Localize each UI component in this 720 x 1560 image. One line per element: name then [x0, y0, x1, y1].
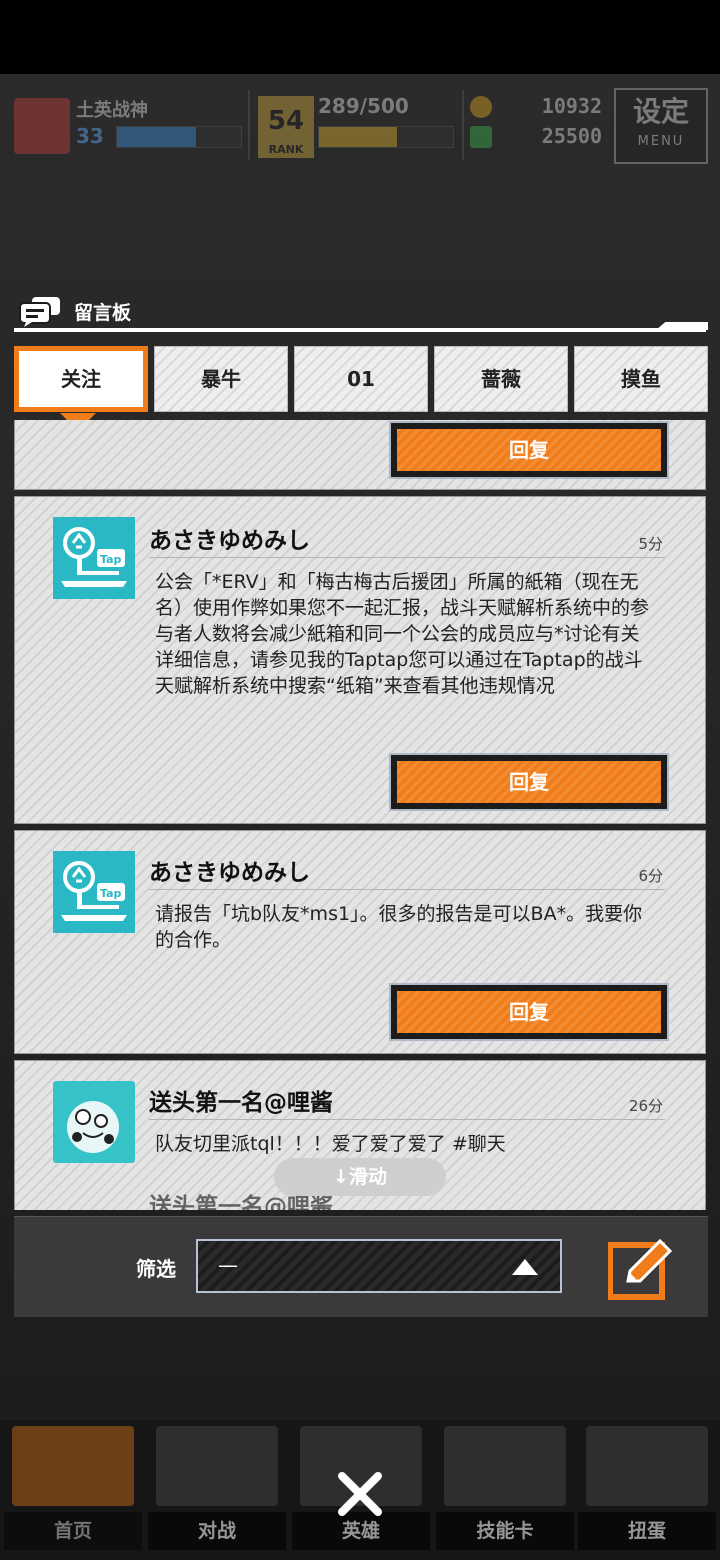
name-underline	[149, 557, 665, 558]
post-time: 26分	[628, 1097, 663, 1115]
rank-badge: 54 RANK	[258, 96, 314, 158]
gold-coin-icon	[470, 96, 492, 118]
menu-small-label: MENU	[637, 134, 685, 149]
tab-follow[interactable]: 关注	[14, 346, 148, 412]
menu-big-label: 设定	[632, 95, 689, 128]
player-status-bar: 土英战神 33 54 RANK 289/500 10932 25500 设定 ME…	[0, 84, 720, 176]
username: 送头第一名@哩酱	[149, 1090, 333, 1116]
post-time: 5分	[638, 535, 663, 553]
nav-home[interactable]: 首页	[2, 1426, 144, 1550]
divider	[462, 90, 464, 160]
message-text: 请报告「坑b队友*ms1」。很多的报告是可以BA*。我要你的合作。	[155, 903, 643, 951]
gacha-icon	[586, 1426, 708, 1506]
name-underline	[149, 889, 665, 890]
nav-gacha[interactable]: 扭蛋	[576, 1426, 718, 1550]
board-header: 留言板	[18, 294, 131, 328]
settings-menu-button[interactable]: 设定 MENU	[614, 88, 708, 164]
stamina-value: 289/500	[318, 94, 409, 118]
gem-value: 25500	[541, 124, 602, 148]
user-avatar[interactable]: Tap	[53, 517, 135, 599]
message-card: Tap あさきゆめみし 5分 公会「*ERV」和「梅古梅古后援团」所属的紙箱（现…	[14, 496, 706, 824]
tab-01[interactable]: 01	[294, 346, 428, 412]
nav-skill-card-label: 技能卡	[436, 1512, 574, 1550]
nav-gacha-label: 扭蛋	[578, 1512, 716, 1550]
triangle-up-icon	[512, 1259, 538, 1275]
cartoon-avatar-icon	[67, 1101, 119, 1153]
gold-value: 10932	[541, 94, 602, 118]
message-card: Tap あさきゆめみし 6分 请报告「坑b队友*ms1」。很多的报告是可以BA*…	[14, 830, 706, 1054]
reply-button[interactable]: 回复	[389, 753, 669, 811]
tab-qiangwei[interactable]: 蔷薇	[434, 346, 568, 412]
player-level: 33	[76, 124, 104, 148]
tab-moyu[interactable]: 摸鱼	[574, 346, 708, 412]
reply-label: 回复	[509, 770, 549, 794]
username: あさきゆめみし	[149, 528, 310, 554]
gamepad-icon	[156, 1426, 278, 1506]
xp-bar	[116, 126, 242, 148]
svg-text:Tap: Tap	[100, 553, 122, 566]
divider	[248, 90, 250, 160]
reply-button[interactable]: 回复	[389, 421, 669, 479]
message-text: 公会「*ERV」和「梅古梅古后援团」所属的紙箱（现在无名）使用作弊如果您不一起汇…	[155, 571, 650, 697]
cards-icon	[444, 1426, 566, 1506]
scroll-hint[interactable]: ↓滑动	[274, 1158, 446, 1196]
message-text: 队友切里派tql！！！爱了爱了爱了 #聊天	[155, 1133, 506, 1155]
nav-battle-label: 对战	[148, 1512, 286, 1550]
header-underline	[14, 328, 706, 332]
filter-label: 筛选	[136, 1257, 176, 1281]
name-underline	[149, 1119, 665, 1120]
stamina-bar	[318, 126, 454, 148]
close-icon[interactable]	[334, 1468, 386, 1520]
gem-icon	[470, 126, 492, 148]
username: あさきゆめみし	[149, 860, 310, 886]
rank-number: 54	[267, 106, 305, 136]
rank-label: RANK	[268, 143, 304, 156]
nav-skill-card[interactable]: 技能卡	[434, 1426, 576, 1550]
svg-text:Tap: Tap	[100, 887, 122, 900]
reply-label: 回复	[509, 1000, 549, 1024]
reply-button[interactable]: 回复	[389, 983, 669, 1041]
reply-label: 回复	[509, 438, 549, 462]
taptap-avatar-icon: Tap	[61, 861, 127, 921]
filter-bar: 筛选 —	[14, 1216, 708, 1317]
board-title: 留言板	[74, 301, 132, 324]
nav-home-label: 首页	[4, 1512, 142, 1550]
compose-button[interactable]	[608, 1231, 678, 1301]
filter-select[interactable]: —	[196, 1239, 562, 1293]
user-avatar[interactable]	[53, 1081, 135, 1163]
filter-value: —	[218, 1253, 238, 1277]
message-list[interactable]: 回复 Tap あさきゆめみし 5分 公会「*ERV」和「梅古梅古后援团」所属的紙…	[14, 420, 708, 1210]
taptap-avatar-icon: Tap	[61, 527, 127, 587]
system-status-bar	[0, 0, 720, 74]
home-icon	[12, 1426, 134, 1506]
player-name: 土英战神	[76, 100, 148, 121]
message-card: 回复	[14, 420, 706, 490]
tab-baoniu[interactable]: 暴牛	[154, 346, 288, 412]
channel-tabs: 关注 暴牛 01 蔷薇 摸鱼	[14, 346, 708, 414]
chat-bubbles-icon	[18, 295, 64, 327]
player-avatar	[14, 98, 70, 154]
nav-battle[interactable]: 对战	[146, 1426, 288, 1550]
post-time: 6分	[638, 867, 663, 885]
user-avatar[interactable]: Tap	[53, 851, 135, 933]
